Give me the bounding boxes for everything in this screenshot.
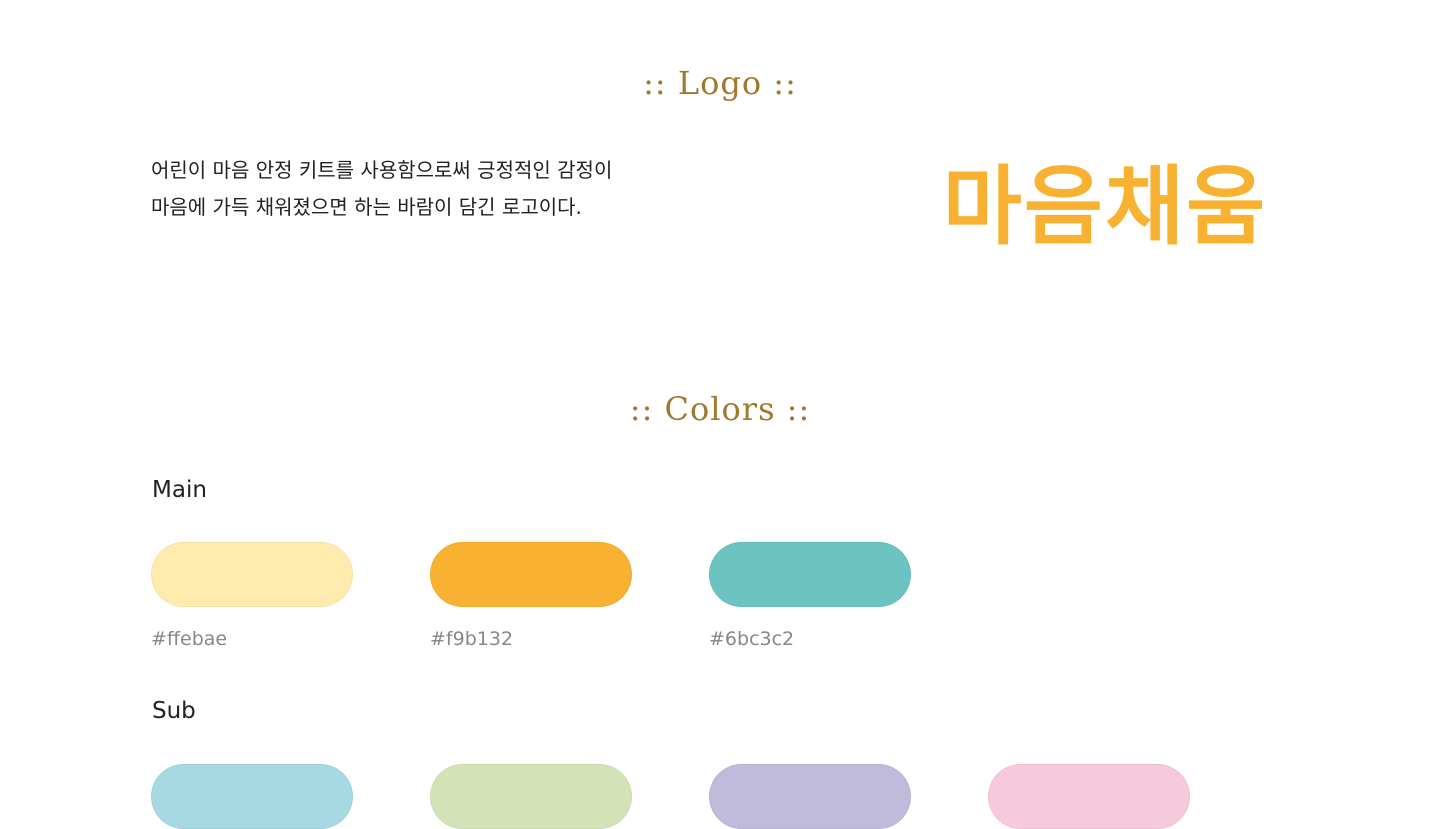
- color-swatch: [709, 542, 911, 607]
- color-swatch: [988, 764, 1190, 829]
- colors-section-title: :: Colors ::: [629, 390, 811, 428]
- color-swatch: [709, 764, 911, 829]
- color-hex-label: #6bc3c2: [709, 628, 795, 650]
- color-swatch: [430, 542, 632, 607]
- color-swatch: [430, 764, 632, 829]
- logo-description-line: 마음에 가득 채워졌으면 하는 바람이 담긴 로고이다.: [151, 195, 582, 219]
- color-hex-label: #ffebae: [151, 628, 228, 650]
- main-colors-label: Main: [152, 477, 207, 503]
- logo-description-line: 어린이 마음 안정 키트를 사용함으로써 긍정적인 감정이: [151, 158, 613, 182]
- color-swatch: [151, 542, 353, 607]
- color-hex-label: #f9b132: [430, 628, 514, 650]
- logo-description: 어린이 마음 안정 키트를 사용함으로써 긍정적인 감정이 마음에 가득 채워졌…: [151, 152, 612, 226]
- color-swatch: [151, 764, 353, 829]
- sub-colors-label: Sub: [152, 698, 196, 724]
- brand-logo: 마음채움: [942, 156, 1268, 257]
- logo-section-title: :: Logo ::: [643, 64, 797, 102]
